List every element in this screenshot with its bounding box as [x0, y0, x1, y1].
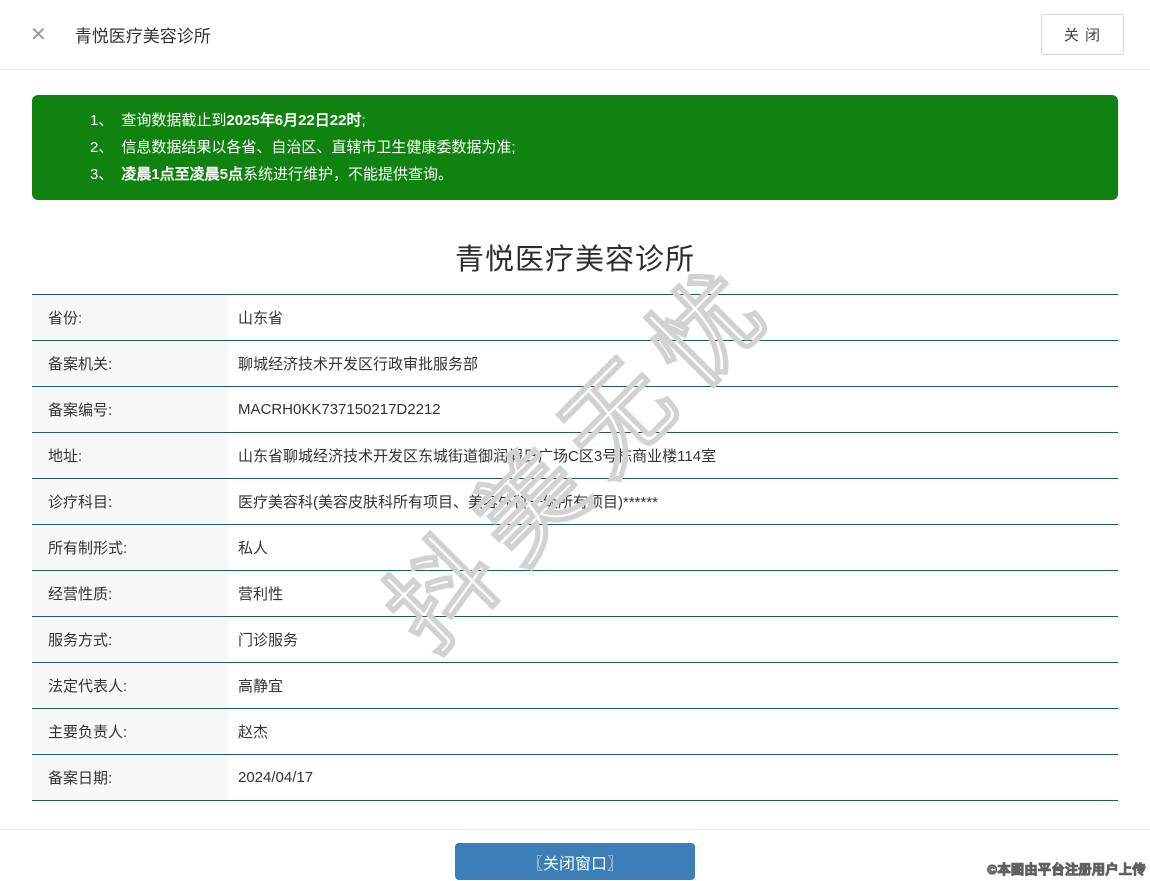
header-bar: ✕ 青悦医疗美容诊所 关 闭	[0, 0, 1150, 70]
table-row: 备案日期: 2024/04/17	[32, 754, 1118, 800]
footer-bar: 〖关闭窗口〗	[0, 830, 1150, 880]
row-label: 备案编号:	[32, 387, 228, 432]
clinic-name-title: 青悦医疗美容诊所	[454, 244, 695, 276]
table-row: 所有制形式: 私人	[32, 524, 1118, 570]
row-label: 诊疗科目:	[32, 479, 228, 524]
table-row: 备案编号: MACRH0KK737150217D2212	[32, 386, 1118, 432]
row-value: 高静宜	[238, 678, 284, 695]
row-value: 门诊服务	[238, 632, 299, 649]
row-value: 医疗美容科(美容皮肤科所有项目、美容外科一级所有项目)******	[238, 494, 659, 511]
row-label: 地址:	[32, 433, 228, 478]
table-row: 地址: 山东省聊城经济技术开发区东城街道御润假日广场C区3号栋商业楼114室	[32, 432, 1118, 478]
table-row: 服务方式: 门诊服务	[32, 616, 1118, 662]
close-button[interactable]: 关 闭	[1040, 14, 1124, 55]
notice-item: 1、 查询数据截止到2025年6月22日22时;	[90, 112, 366, 129]
table-row: 法定代表人: 高静宜	[32, 662, 1118, 708]
header-title: 青悦医疗美容诊所	[74, 27, 211, 46]
close-x-icon[interactable]: ✕	[30, 25, 47, 45]
table-row: 诊疗科目: 医疗美容科(美容皮肤科所有项目、美容外科一级所有项目)******	[32, 478, 1118, 524]
detail-table: 省份: 山东省 备案机关: 聊城经济技术开发区行政审批服务部 备案编号: MACRH0KK…	[32, 294, 1118, 801]
table-row: 备案机关: 聊城经济技术开发区行政审批服务部	[32, 340, 1118, 386]
table-row: 经营性质: 营利性	[32, 570, 1118, 616]
record-modal: ✕ 青悦医疗美容诊所 关 闭 1、 查询数据截止到2025年6月22日22时; 2、…	[0, 0, 1150, 880]
row-value: MACRH0KK737150217D2212	[238, 401, 441, 418]
row-value: 2024/04/17	[238, 769, 314, 786]
close-window-button[interactable]: 〖关闭窗口〗	[455, 843, 695, 880]
row-value: 山东省	[238, 310, 284, 327]
row-value: 赵杰	[238, 724, 269, 741]
notice-item: 3、 凌晨1点至凌晨5点系统进行维护，不能提供查询。	[90, 166, 454, 183]
row-label: 经营性质:	[32, 571, 228, 616]
row-label: 服务方式:	[32, 617, 228, 662]
row-label: 备案日期:	[32, 755, 228, 800]
table-row: 主要负责人: 赵杰	[32, 708, 1118, 754]
row-value: 聊城经济技术开发区行政审批服务部	[238, 356, 479, 373]
row-label: 主要负责人:	[32, 709, 228, 754]
row-label: 省份:	[32, 295, 228, 340]
row-label: 法定代表人:	[32, 663, 228, 708]
notice-item: 2、 信息数据结果以各省、自治区、直辖市卫生健康委数据为准;	[90, 139, 516, 156]
row-label: 所有制形式:	[32, 525, 228, 570]
copyright-watermark: ©本图由平台注册用户上传	[987, 862, 1146, 878]
row-value: 山东省聊城经济技术开发区东城街道御润假日广场C区3号栋商业楼114室	[238, 448, 717, 465]
row-label: 备案机关:	[32, 341, 228, 386]
row-value: 私人	[238, 540, 269, 557]
table-row: 省份: 山东省	[32, 294, 1118, 340]
row-value: 营利性	[238, 586, 284, 603]
notice-banner: 1、 查询数据截止到2025年6月22日22时; 2、 信息数据结果以各省、自治区、直…	[32, 95, 1118, 200]
